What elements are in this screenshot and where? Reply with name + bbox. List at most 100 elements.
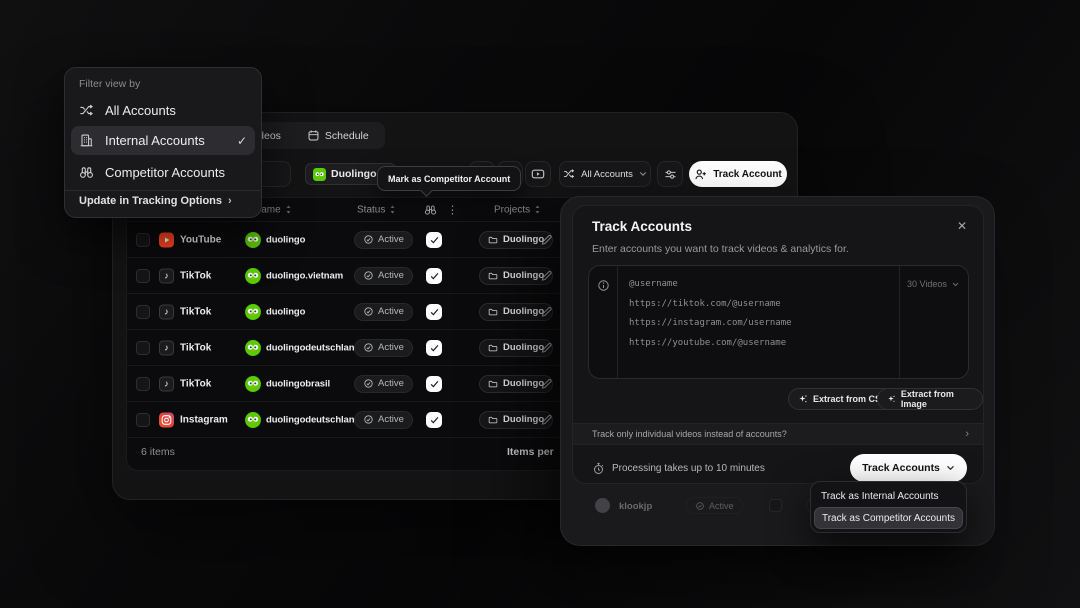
- tiktok-icon: ♪: [159, 304, 174, 319]
- avatar: [245, 304, 261, 320]
- chevron-down-icon: [946, 465, 955, 471]
- sort-icon: [389, 205, 396, 215]
- filter-menu-footer-link[interactable]: Update in Tracking Options ›: [79, 195, 251, 207]
- column-projects[interactable]: Projects: [494, 204, 541, 215]
- platform-name: YouTube: [180, 234, 221, 245]
- close-icon[interactable]: ✕: [957, 219, 967, 233]
- tooltip-mark-competitor: Mark as Competitor Account: [377, 166, 521, 191]
- platform-name: TikTok: [180, 306, 211, 317]
- account-handle: klookjp: [619, 501, 652, 512]
- filter-item-label: Internal Accounts: [105, 133, 205, 148]
- modal-title: Track Accounts: [592, 219, 692, 234]
- folder-icon: [488, 379, 498, 389]
- menu-item-track-competitor[interactable]: Track as Competitor Accounts: [814, 507, 963, 529]
- filter-item-internal-accounts[interactable]: Internal Accounts ✓: [71, 126, 255, 155]
- input-placeholder: @username: [629, 279, 678, 289]
- marked-checkbox[interactable]: [426, 304, 442, 320]
- status-badge: Active: [686, 497, 743, 514]
- processing-note-label: Processing takes up to 10 minutes: [612, 463, 765, 474]
- videos-count-select[interactable]: 30 Videos: [907, 279, 963, 289]
- menu-item-label: Track as Internal Accounts: [821, 491, 938, 502]
- input-placeholder: https://youtube.com/@username: [629, 338, 786, 348]
- chevron-right-icon: ›: [228, 195, 232, 207]
- instagram-icon: [159, 412, 174, 427]
- menu-item-track-internal[interactable]: Track as Internal Accounts: [814, 485, 963, 507]
- binoculars-icon: [424, 203, 437, 216]
- check-circle-icon: [363, 342, 374, 353]
- chevron-right-icon: ›: [965, 428, 969, 440]
- individual-videos-row[interactable]: Track only individual videos instead of …: [573, 423, 983, 445]
- marked-checkbox[interactable]: [426, 376, 442, 392]
- edit-icon[interactable]: [540, 233, 553, 246]
- accounts-input[interactable]: @username https://tiktok.com/@username h…: [588, 265, 969, 379]
- extract-csv-label: Extract from CSV: [813, 394, 887, 404]
- tiktok-icon: ♪: [159, 340, 174, 355]
- edit-icon[interactable]: [540, 413, 553, 426]
- edit-icon[interactable]: [540, 341, 553, 354]
- folder-icon: [488, 235, 498, 245]
- row-checkbox[interactable]: [136, 341, 150, 355]
- person-plus-icon: [694, 168, 707, 181]
- folder-icon: [488, 343, 498, 353]
- column-menu-icon[interactable]: ⋮: [447, 203, 458, 216]
- account-handle: duolingo: [266, 234, 305, 245]
- individual-videos-label: Track only individual videos instead of …: [592, 429, 787, 439]
- status-badge: Active: [354, 375, 413, 393]
- items-per-page-label: Items per: [507, 446, 554, 458]
- check-circle-icon: [695, 501, 705, 511]
- sparkle-icon: [798, 394, 808, 404]
- check-circle-icon: [363, 234, 374, 245]
- marked-checkbox[interactable]: [426, 268, 442, 284]
- tab-schedule[interactable]: Schedule: [295, 124, 381, 147]
- modal-subtitle: Enter accounts you want to track videos …: [592, 243, 849, 255]
- calendar-icon: [307, 129, 320, 142]
- track-accounts-submit-button[interactable]: Track Accounts: [850, 454, 967, 482]
- sort-icon: [534, 205, 541, 215]
- row-checkbox[interactable]: [136, 305, 150, 319]
- marked-checkbox[interactable]: [426, 412, 442, 428]
- marked-checkbox[interactable]: [426, 232, 442, 248]
- sparkle-icon: [887, 394, 896, 404]
- edit-icon[interactable]: [540, 269, 553, 282]
- input-placeholder: https://instagram.com/username: [629, 318, 792, 328]
- track-accounts-dropdown: Track as Internal Accounts Track as Comp…: [810, 481, 967, 533]
- menu-item-label: Track as Competitor Accounts: [822, 513, 955, 524]
- status-badge: Active: [354, 267, 413, 285]
- shuffle-icon: [79, 103, 94, 118]
- binoculars-icon: [79, 165, 94, 180]
- extract-from-image-button[interactable]: Extract from Image: [877, 388, 983, 410]
- tab-schedule-label: Schedule: [325, 130, 369, 142]
- column-status[interactable]: Status: [357, 204, 396, 215]
- row-checkbox[interactable]: [136, 233, 150, 247]
- edit-icon[interactable]: [540, 305, 553, 318]
- items-count: 6 items: [141, 446, 175, 458]
- platform-name: TikTok: [180, 270, 211, 281]
- check-circle-icon: [363, 270, 374, 281]
- edit-icon[interactable]: [540, 377, 553, 390]
- filter-item-all-accounts[interactable]: All Accounts: [71, 96, 255, 124]
- status-badge: Active: [354, 231, 413, 249]
- avatar: [245, 232, 261, 248]
- youtube-filter-button[interactable]: [525, 161, 551, 187]
- folder-icon: [488, 271, 498, 281]
- status-badge: Active: [354, 339, 413, 357]
- check-circle-icon: [363, 378, 374, 389]
- tiktok-icon: ♪: [159, 376, 174, 391]
- avatar: [245, 340, 261, 356]
- marked-checkbox[interactable]: [426, 340, 442, 356]
- row-checkbox[interactable]: [136, 377, 150, 391]
- accounts-filter-dropdown[interactable]: All Accounts: [559, 161, 651, 187]
- modal-card: Track Accounts ✕ Enter accounts you want…: [572, 205, 984, 484]
- filters-button[interactable]: [657, 161, 683, 187]
- tooltip-text: Mark as Competitor Account: [388, 174, 510, 184]
- accounts-filter-label: All Accounts: [581, 169, 633, 180]
- divider: [65, 190, 261, 191]
- sliders-icon: [664, 168, 677, 181]
- row-checkbox[interactable]: [136, 269, 150, 283]
- column-marker[interactable]: [424, 203, 437, 216]
- chevron-down-icon: [952, 282, 959, 287]
- filter-item-competitor-accounts[interactable]: Competitor Accounts: [71, 158, 255, 186]
- account-handle: duolingo: [266, 306, 305, 317]
- track-account-button[interactable]: Track Account: [689, 161, 787, 187]
- row-checkbox[interactable]: [136, 413, 150, 427]
